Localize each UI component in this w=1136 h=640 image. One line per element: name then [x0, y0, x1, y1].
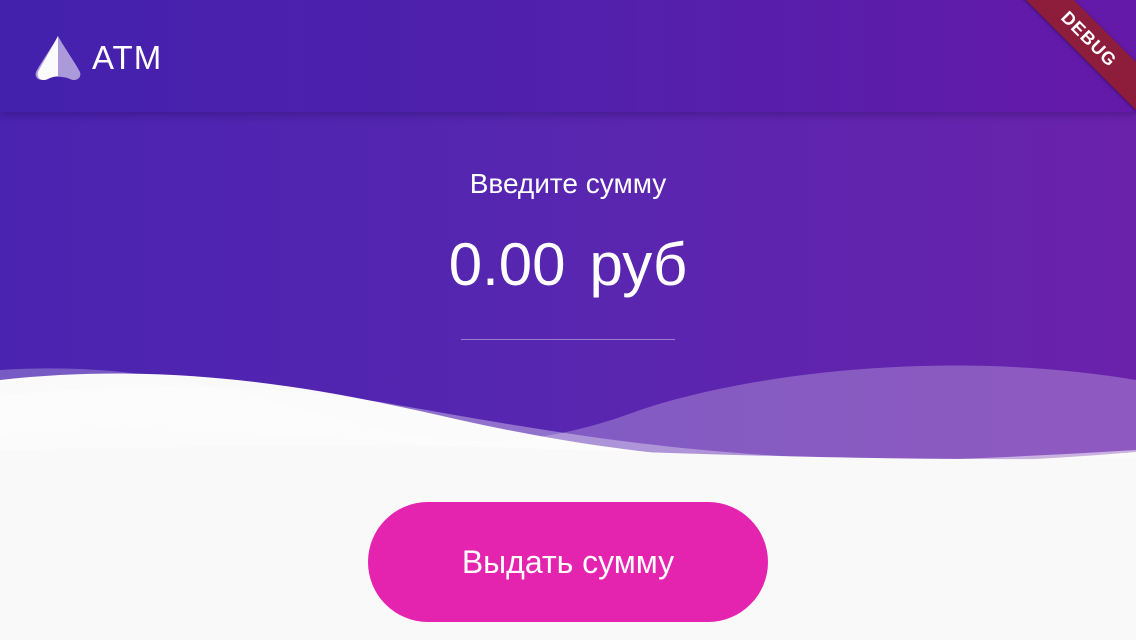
debug-banner-label: DEBUG [1009, 0, 1136, 119]
decorative-waves [0, 365, 1136, 480]
debug-banner: DEBUG [996, 0, 1136, 140]
atm-logo-icon [32, 34, 84, 82]
amount-display[interactable]: 0.00 руб [0, 230, 1136, 299]
withdraw-button[interactable]: Выдать сумму [368, 502, 768, 622]
amount-input-underline [461, 339, 675, 340]
amount-currency: руб [589, 231, 688, 298]
app-logo: ATM [32, 34, 162, 82]
amount-value: 0.00 [448, 231, 566, 298]
app-logo-text: ATM [92, 39, 163, 76]
app-bar: ATM [0, 0, 1136, 112]
amount-prompt-label: Введите сумму [469, 168, 667, 199]
